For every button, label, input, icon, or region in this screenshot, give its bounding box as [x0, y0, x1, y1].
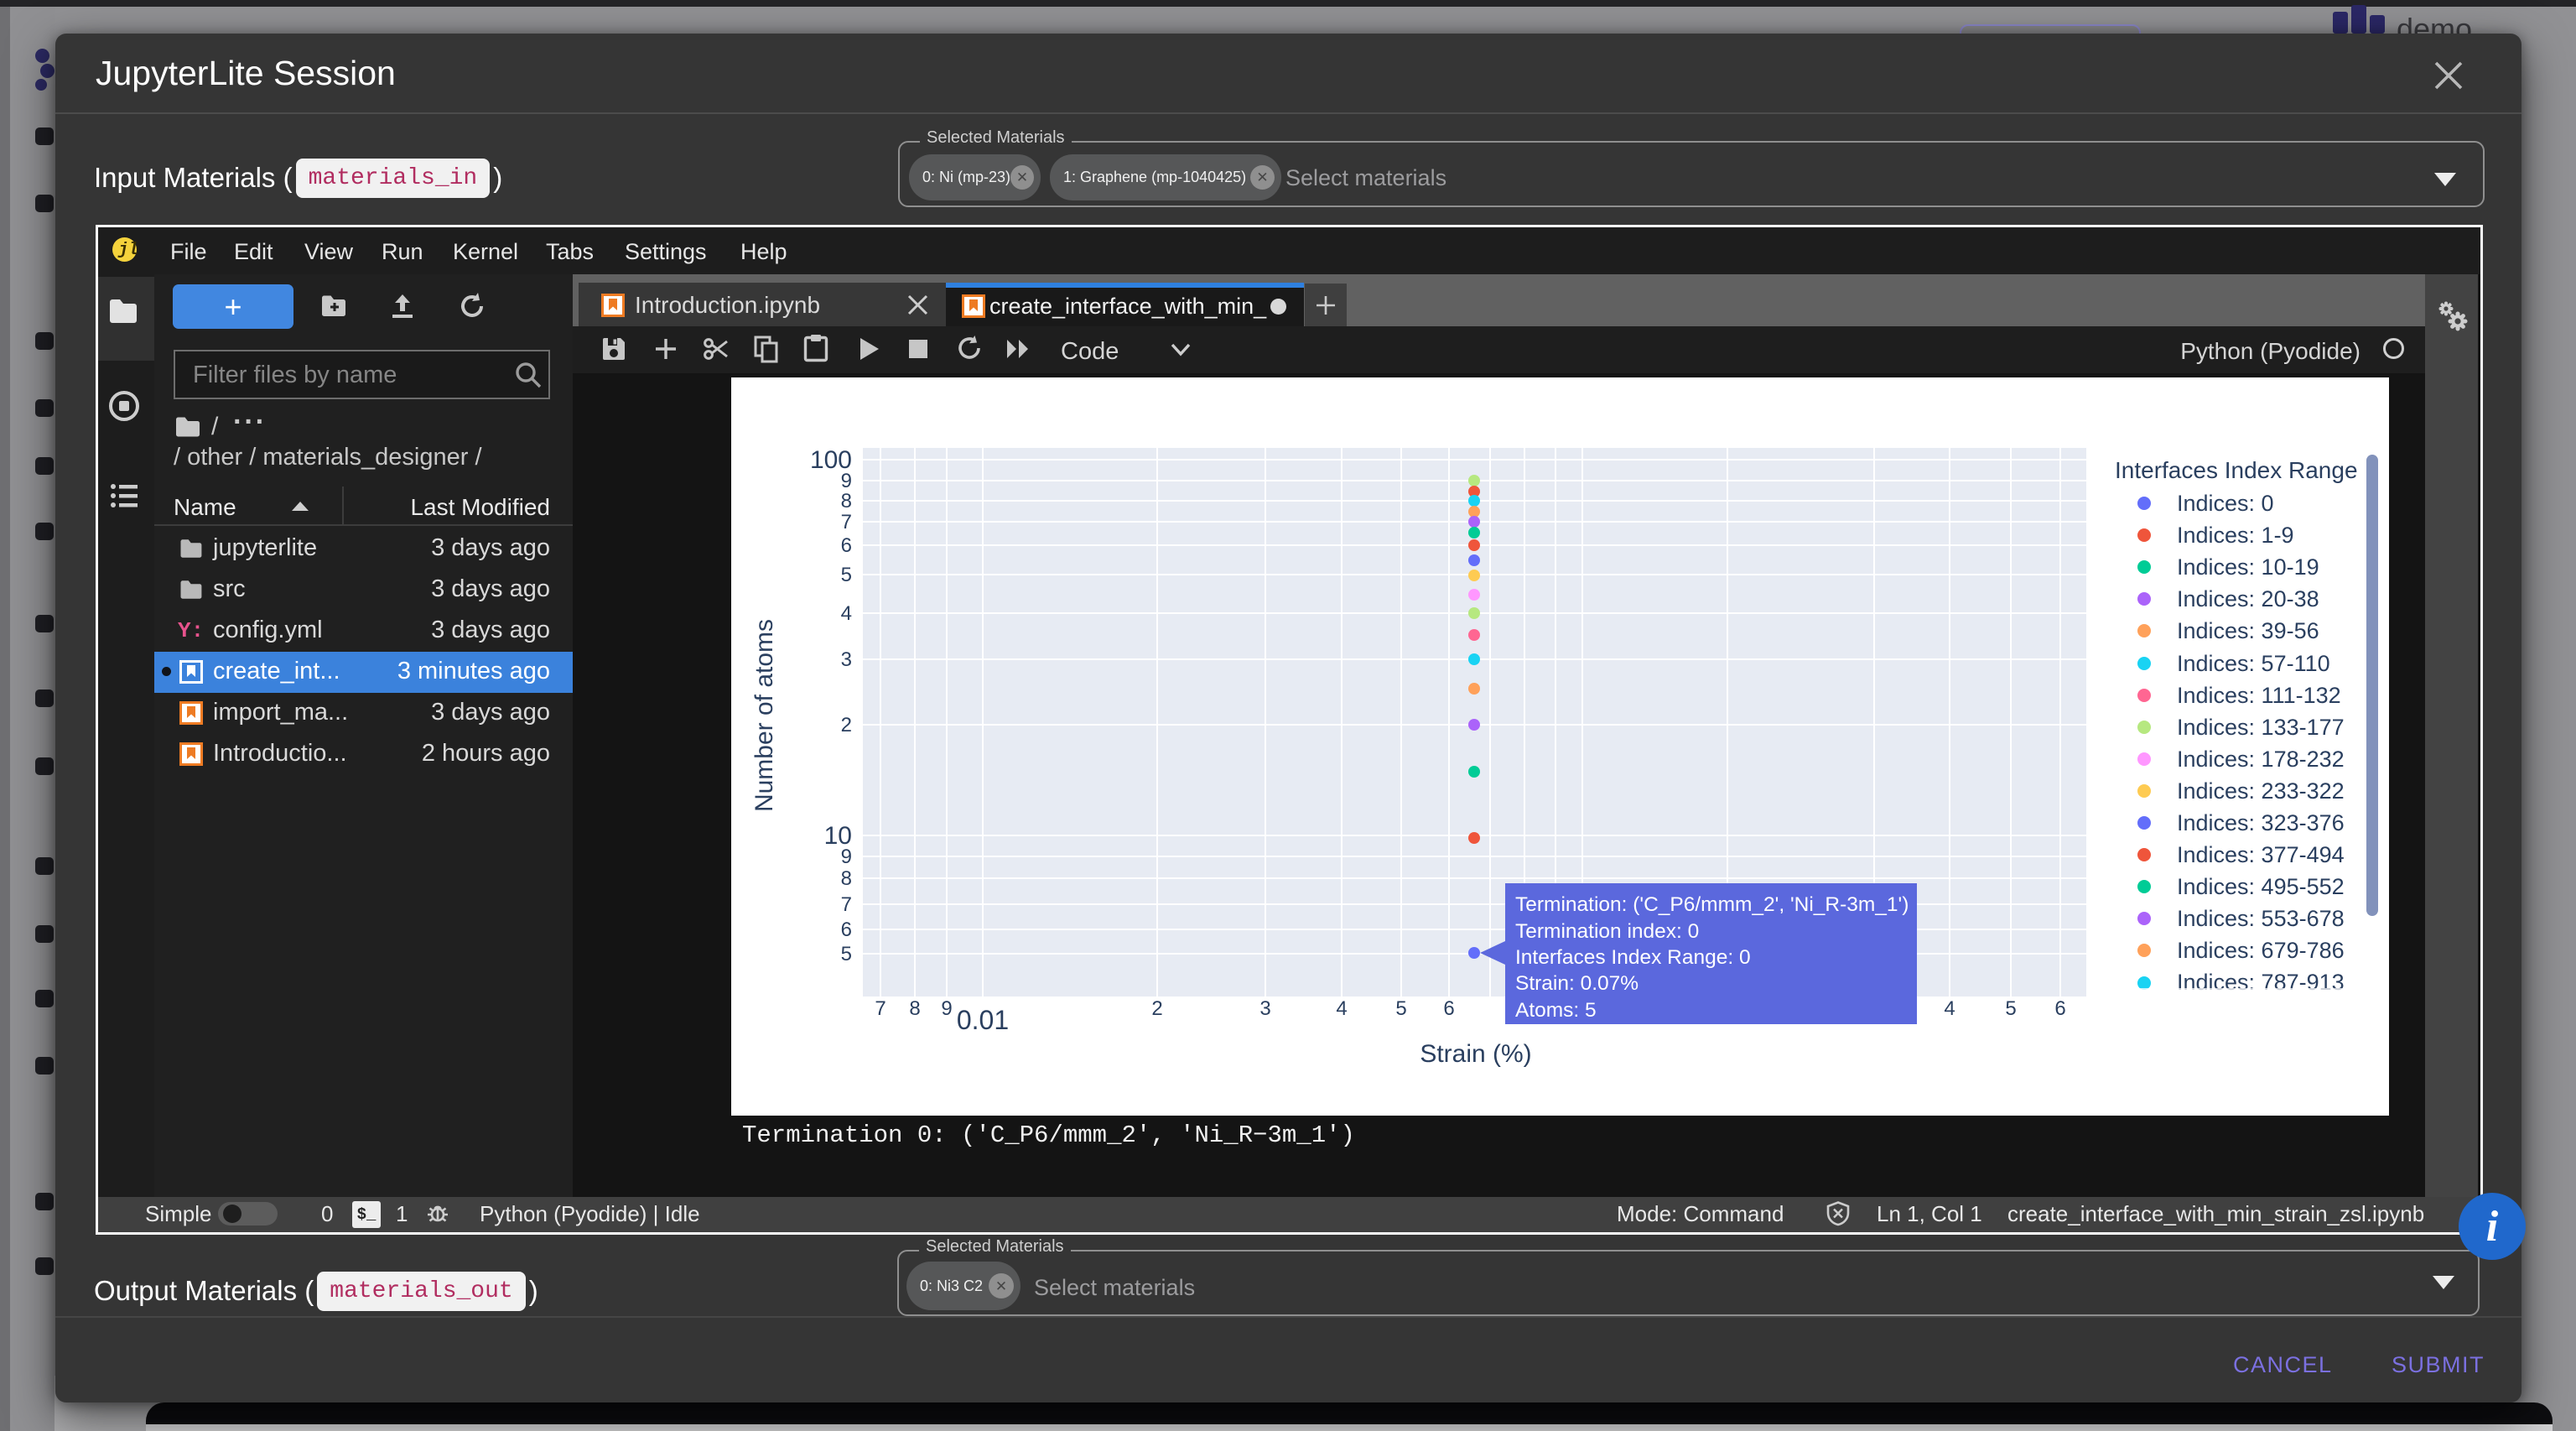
- svg-text:6: 6: [1443, 997, 1454, 1020]
- svg-text:Indices: 553-678: Indices: 553-678: [2177, 906, 2345, 931]
- svg-text:6: 6: [841, 918, 852, 941]
- svg-text:8: 8: [909, 997, 920, 1020]
- svg-text:2: 2: [841, 714, 852, 736]
- svg-text:Indices: 679-786: Indices: 679-786: [2177, 938, 2345, 963]
- svg-text:Indices: 10-19: Indices: 10-19: [2177, 554, 2319, 580]
- svg-text:Indices: 20-38: Indices: 20-38: [2177, 586, 2319, 611]
- svg-text:Indices: 1-9: Indices: 1-9: [2177, 523, 2294, 548]
- svg-text:Interfaces Index Range: 0: Interfaces Index Range: 0: [1515, 946, 1751, 969]
- svg-text:9: 9: [841, 470, 852, 492]
- svg-text:7: 7: [841, 511, 852, 533]
- svg-text:Strain: 0.07%: Strain: 0.07%: [1515, 972, 1639, 995]
- svg-text:5: 5: [841, 564, 852, 586]
- svg-text:Indices: 39-56: Indices: 39-56: [2177, 618, 2319, 643]
- svg-text:7: 7: [875, 997, 886, 1020]
- svg-text:4: 4: [1336, 997, 1347, 1020]
- svg-text:Indices: 178-232: Indices: 178-232: [2177, 747, 2345, 772]
- svg-text:Indices: 323-376: Indices: 323-376: [2177, 810, 2345, 835]
- svg-text:5: 5: [2005, 997, 2016, 1020]
- svg-text:Termination: ('C_P6/mmm_2', 'N: Termination: ('C_P6/mmm_2', 'Ni_R-3m_1'): [1515, 893, 1909, 916]
- svg-text:4: 4: [841, 602, 852, 625]
- svg-text:Number of atoms: Number of atoms: [750, 619, 778, 812]
- svg-text:9: 9: [941, 997, 952, 1020]
- svg-text:9: 9: [841, 846, 852, 868]
- svg-text:Indices: 133-177: Indices: 133-177: [2177, 715, 2345, 740]
- svg-text:Interfaces Index Range: Interfaces Index Range: [2115, 457, 2358, 483]
- svg-text:6: 6: [841, 534, 852, 557]
- svg-text:2: 2: [1151, 997, 1162, 1020]
- svg-text:3: 3: [841, 648, 852, 671]
- svg-text:Termination index: 0: Termination index: 0: [1515, 920, 1699, 943]
- svg-text:3: 3: [1259, 997, 1270, 1020]
- svg-text:5: 5: [841, 943, 852, 965]
- svg-text:Strain (%): Strain (%): [1420, 1040, 1531, 1068]
- svg-text:Indices: 495-552: Indices: 495-552: [2177, 874, 2345, 899]
- svg-text:0.01: 0.01: [957, 1005, 1009, 1035]
- svg-text:Indices: 377-494: Indices: 377-494: [2177, 842, 2345, 867]
- svg-text:Indices: 0: Indices: 0: [2177, 491, 2274, 516]
- svg-text:Atoms: 5: Atoms: 5: [1515, 999, 1597, 1022]
- svg-text:6: 6: [2054, 997, 2065, 1020]
- svg-text:4: 4: [1944, 997, 1955, 1020]
- svg-text:5: 5: [1395, 997, 1406, 1020]
- svg-text:7: 7: [841, 893, 852, 916]
- svg-text:Indices: 57-110: Indices: 57-110: [2177, 651, 2330, 676]
- svg-text:8: 8: [841, 490, 852, 513]
- svg-text:Indices: 233-322: Indices: 233-322: [2177, 778, 2345, 804]
- svg-text:Indices: 111-132: Indices: 111-132: [2177, 683, 2341, 708]
- svg-text:8: 8: [841, 867, 852, 890]
